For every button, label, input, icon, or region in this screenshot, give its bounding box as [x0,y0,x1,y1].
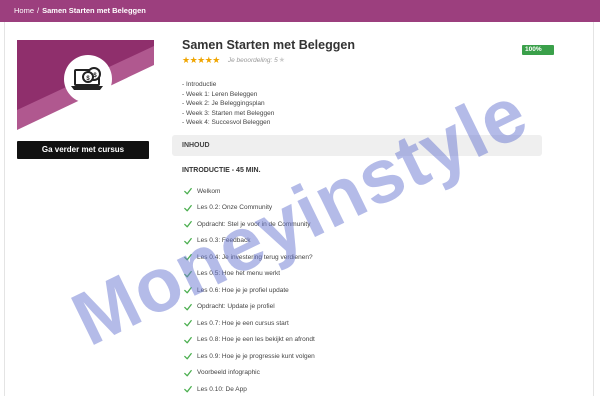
laptop-coins-icon: $ $ [64,55,112,103]
lesson-item[interactable]: Les 0.5: Hoe het menu werkt [184,266,315,283]
contents-header[interactable]: INHOUD [172,135,542,156]
checkmark-icon [184,237,192,245]
lesson-item[interactable]: Voorbeeld infographic [184,365,315,382]
lesson-label[interactable]: Les 0.4: Je investering terug verdienen? [197,254,313,261]
outline-item: - Introductie [182,81,217,88]
progress-badge: 100% [522,45,554,55]
course-outline: - Introductie - Week 1: Leren Beleggen -… [182,80,274,128]
lesson-label[interactable]: Les 0.8: Hoe je een les bekijkt en afron… [197,336,315,343]
lesson-item[interactable]: Les 0.3: Feedback [184,233,315,250]
checkmark-icon [184,254,192,261]
course-thumbnail[interactable]: $ $ [17,40,154,130]
lesson-item[interactable]: Les 0.2: Onze Community [184,200,315,217]
lesson-label[interactable]: Les 0.9: Hoe je je progressie kunt volge… [197,353,315,360]
lesson-label[interactable]: Les 0.3: Feedback [197,237,250,244]
lesson-label[interactable]: Opdracht: Stel je voor in de Community [197,221,310,228]
lesson-item[interactable]: Les 0.8: Hoe je een les bekijkt en afron… [184,332,315,349]
lesson-item[interactable]: Opdracht: Update je profiel [184,299,315,316]
course-title: Samen Starten met Beleggen [182,38,355,52]
outline-item: - Week 2: Je Beleggingsplan [182,100,265,107]
lesson-item[interactable]: Welkom [184,183,315,200]
checkmark-icon [184,353,192,360]
lesson-label[interactable]: Les 0.10: De App [197,386,247,393]
lesson-label[interactable]: Voorbeeld infographic [197,369,260,376]
checkmark-icon [184,204,192,212]
breadcrumb-separator: / [37,6,40,15]
checkmark-icon [184,369,192,377]
checkmark-icon [184,188,192,195]
lesson-item[interactable]: Les 0.9: Hoe je je progressie kunt volge… [184,348,315,365]
section-title[interactable]: INTRODUCTIE - 45 MIN. [182,167,261,174]
lesson-item[interactable]: Les 0.6: Hoe je je profiel update [184,282,315,299]
breadcrumb: Home / Samen Starten met Beleggen [0,0,600,22]
your-rating-label: Je beoordeling: 5 [227,56,278,64]
checkmark-icon [184,336,192,344]
lesson-item[interactable]: Les 0.4: Je investering terug verdienen? [184,249,315,266]
lesson-label[interactable]: Opdracht: Update je profiel [197,303,275,310]
continue-course-button[interactable]: Ga verder met cursus [17,141,149,159]
lesson-label[interactable]: Welkom [197,188,220,195]
checkmark-icon [184,221,192,228]
star-icon[interactable]: ★ [279,56,285,64]
checkmark-icon [184,303,192,311]
outline-item: - Week 3: Starten met Beleggen [182,109,275,117]
lesson-list: Welkom Les 0.2: Onze Community Opdracht:… [184,183,315,396]
outline-item: - Week 4: Succesvol Beleggen [182,119,271,126]
checkmark-icon [184,320,192,327]
rating-row: ★★★★★ Je beoordeling: 5 ★ [182,55,285,65]
outline-item: - Week 1: Leren Beleggen [182,90,258,98]
checkmark-icon [184,386,192,393]
lesson-label[interactable]: Les 0.6: Hoe je je profiel update [197,287,289,294]
rating-stars: ★★★★★ [182,54,220,65]
lesson-label[interactable]: Les 0.7: Hoe je een cursus start [197,320,289,327]
lesson-item[interactable]: Opdracht: Stel je voor in de Community [184,216,315,233]
lesson-item[interactable]: Les 0.7: Hoe je een cursus start [184,315,315,332]
checkmark-icon [184,270,192,278]
checkmark-icon [184,287,192,294]
lesson-label[interactable]: Les 0.5: Hoe het menu werkt [197,270,280,277]
lesson-item[interactable]: Les 0.10: De App [184,381,315,396]
breadcrumb-current: Samen Starten met Beleggen [42,6,146,15]
lesson-label[interactable]: Les 0.2: Onze Community [197,204,272,211]
breadcrumb-home-link[interactable]: Home [14,6,34,15]
